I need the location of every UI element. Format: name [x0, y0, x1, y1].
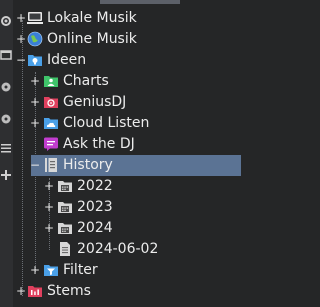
- tree-item-label: 2022: [77, 178, 113, 194]
- tree-item-label: 2024: [77, 220, 113, 236]
- globe-icon: [27, 31, 43, 47]
- tree-item-label: Ideen: [47, 52, 87, 68]
- idea-folder-icon: [27, 52, 43, 68]
- tree-item-label: History: [63, 157, 113, 173]
- calendar-folder-icon: [57, 220, 73, 236]
- computer-icon: [27, 10, 43, 26]
- collapse-toggle[interactable]: −: [30, 158, 40, 172]
- tree-item-label: Ask the DJ: [63, 136, 135, 152]
- tree-item-filter[interactable]: + Filter: [13, 260, 241, 281]
- stems-icon: [27, 283, 43, 299]
- expand-toggle[interactable]: +: [44, 221, 54, 235]
- expand-toggle[interactable]: +: [44, 179, 54, 193]
- tree-item-stems[interactable]: + Stems: [13, 281, 241, 302]
- tree-item-label: Lokale Musik: [47, 10, 137, 26]
- expand-toggle[interactable]: +: [44, 200, 54, 214]
- expand-toggle[interactable]: +: [30, 95, 40, 109]
- window-icon[interactable]: [0, 48, 13, 62]
- tree-item-2024-06-02[interactable]: 2024-06-02: [13, 239, 241, 260]
- side-toolbar: [0, 0, 13, 307]
- tree-item-label: GeniusDJ: [63, 94, 127, 110]
- tree-item-label: Online Musik: [47, 31, 137, 47]
- calendar-folder-icon: [57, 199, 73, 215]
- tree-item-charts[interactable]: + Charts: [13, 71, 241, 92]
- tree-item-label: Stems: [47, 283, 91, 299]
- collapse-toggle[interactable]: −: [16, 53, 26, 67]
- tree-item-label: Cloud Listen: [63, 115, 150, 131]
- expand-toggle[interactable]: +: [16, 11, 26, 25]
- tree-item-2024[interactable]: + 2024: [13, 218, 241, 239]
- expand-toggle[interactable]: +: [30, 116, 40, 130]
- tree-item-label: 2023: [77, 199, 113, 215]
- tree-item-ideen[interactable]: − Ideen: [13, 50, 241, 71]
- tree-item-2022[interactable]: + 2022: [13, 176, 241, 197]
- chat-icon: [43, 136, 59, 152]
- tree-item-online-musik[interactable]: + Online Musik: [13, 29, 241, 50]
- tree-item-label: 2024-06-02: [77, 241, 159, 257]
- add-icon[interactable]: [0, 168, 13, 182]
- tree-item-2023[interactable]: + 2023: [13, 197, 241, 218]
- filter-icon: [43, 262, 59, 278]
- history-icon: [43, 157, 59, 173]
- expand-toggle[interactable]: +: [30, 263, 40, 277]
- tree-item-label: Filter: [63, 262, 98, 278]
- tree-item-geniusdj[interactable]: + GeniusDJ: [13, 92, 241, 113]
- tree-item-history[interactable]: − History: [13, 155, 241, 176]
- list-icon[interactable]: [0, 141, 13, 155]
- settings-icon[interactable]: [0, 80, 13, 94]
- tree-item-cloud-listen[interactable]: + Cloud Listen: [13, 113, 241, 134]
- expand-toggle[interactable]: +: [30, 74, 40, 88]
- charts-icon: [43, 73, 59, 89]
- gear-icon[interactable]: [0, 14, 13, 28]
- tree-item-label: Charts: [63, 73, 109, 89]
- document-icon: [57, 241, 73, 257]
- browser-tree: + Lokale Musik + Online Musik − Ideen + …: [13, 0, 241, 307]
- tree-item-lokale-musik[interactable]: + Lokale Musik: [13, 8, 241, 29]
- calendar-folder-icon: [57, 178, 73, 194]
- cloud-folder-icon: [43, 115, 59, 131]
- expand-toggle[interactable]: +: [16, 32, 26, 46]
- gear-small-icon[interactable]: [0, 112, 13, 126]
- genius-dj-icon: [43, 94, 59, 110]
- expand-toggle[interactable]: +: [16, 284, 26, 298]
- tree-item-ask-the-dj[interactable]: Ask the DJ: [13, 134, 241, 155]
